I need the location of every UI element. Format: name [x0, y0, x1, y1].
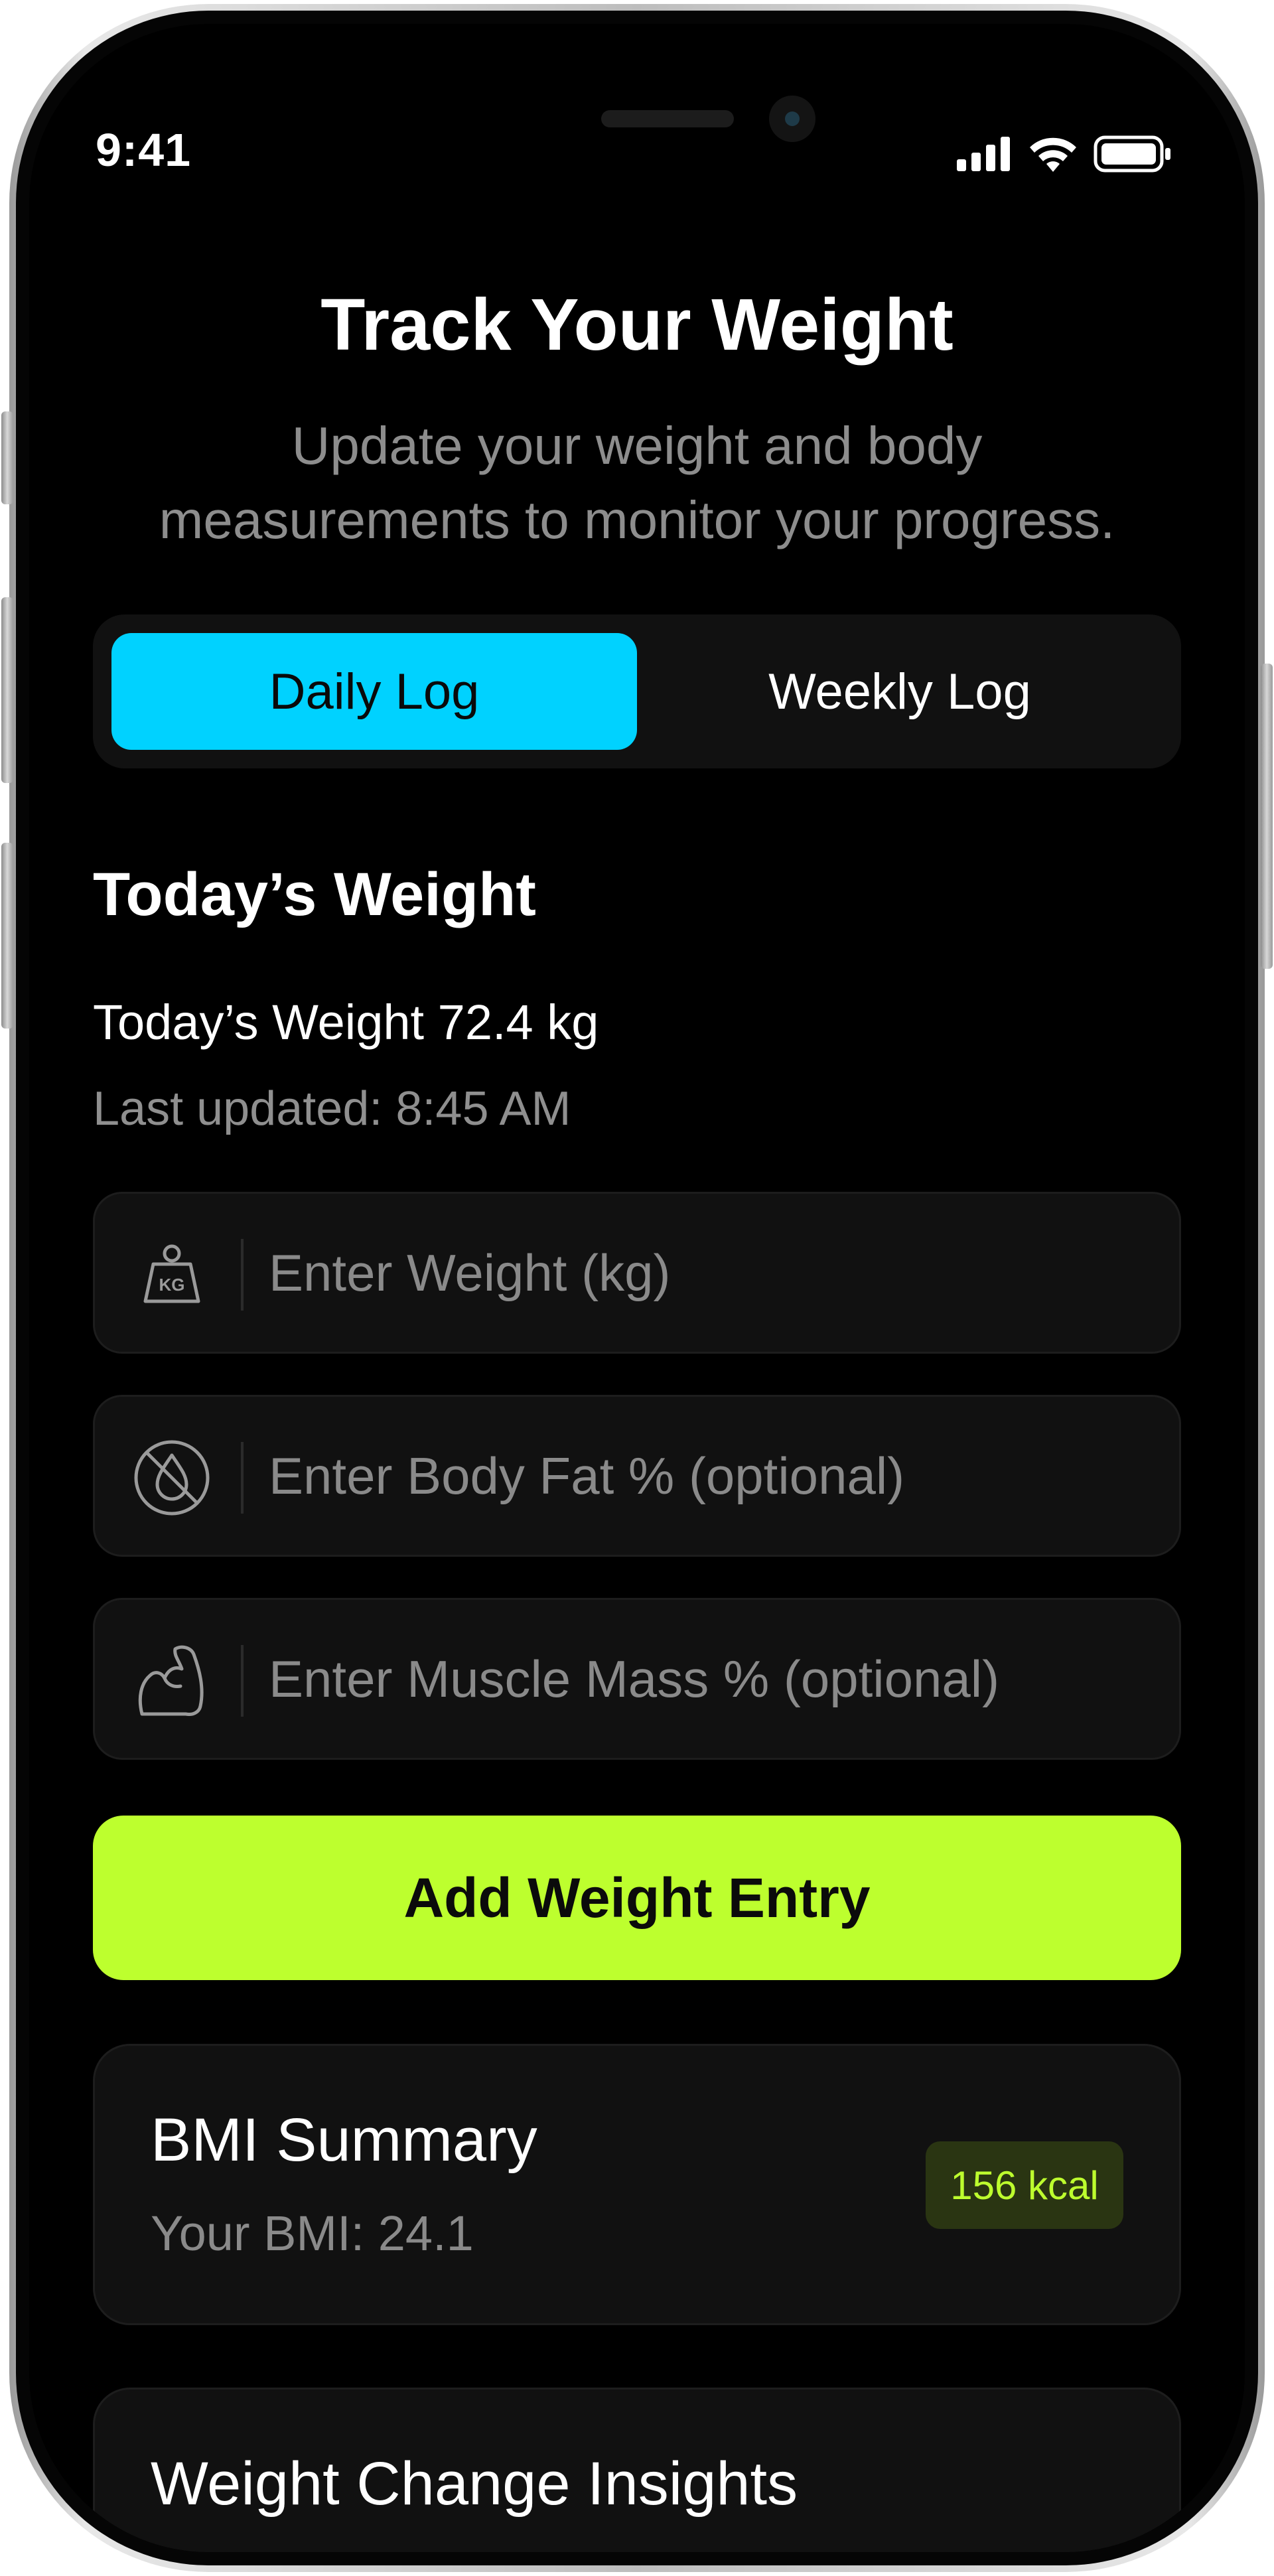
current-weight-text: Today’s Weight 72.4 kg [93, 995, 599, 1050]
app-screen: 9:41 Track Your Weight Update your weigh… [29, 24, 1245, 2552]
page-title: Track Your Weight [320, 284, 954, 366]
body-fat-field[interactable] [93, 1395, 1181, 1557]
field-divider [241, 1442, 244, 1514]
flexed-bicep-icon [132, 1641, 212, 1721]
power-button [1261, 664, 1273, 969]
log-type-segmented-control: Daily Log Weekly Log [93, 614, 1181, 768]
signal-icon [957, 137, 1010, 171]
mute-switch [1, 411, 13, 504]
field-divider [241, 1239, 244, 1311]
muscle-mass-input[interactable] [267, 1600, 1157, 1758]
muscle-mass-field[interactable] [93, 1598, 1181, 1760]
bmi-summary-title: BMI Summary [151, 2106, 537, 2174]
volume-up-button [1, 597, 13, 783]
front-camera [769, 96, 815, 142]
water-drop-icon [132, 1438, 212, 1518]
last-updated-text: Last updated: 8:45 AM [93, 1082, 571, 1135]
svg-text:KG: KG [159, 1275, 185, 1295]
volume-down-button [1, 843, 13, 1029]
earpiece-speaker [601, 110, 734, 127]
page-subtitle: Update your weight and body measurements… [159, 416, 1115, 549]
weight-change-insights-title: Weight Change Insights [151, 2450, 798, 2518]
status-time: 9:41 [96, 124, 192, 176]
status-icons [957, 135, 1172, 173]
bmi-summary-card: BMI Summary Your BMI: 24.1 156 kcal [93, 2044, 1181, 2325]
battery-icon [1094, 135, 1170, 173]
weight-field[interactable]: KG [93, 1192, 1181, 1354]
kg-weight-icon: KG [132, 1235, 212, 1315]
section-title-todays-weight: Today’s Weight [93, 861, 536, 928]
add-weight-entry-button[interactable]: Add Weight Entry [93, 1816, 1181, 1980]
tab-daily-log[interactable]: Daily Log [111, 633, 637, 750]
bmi-value-text: Your BMI: 24.1 [151, 2206, 474, 2261]
wifi-icon [1030, 137, 1076, 172]
weight-input[interactable] [267, 1194, 1157, 1352]
field-divider [241, 1645, 244, 1717]
tab-weekly-log[interactable]: Weekly Log [637, 633, 1163, 750]
kcal-badge: 156 kcal [926, 2141, 1123, 2229]
weight-change-insights-card[interactable]: Weight Change Insights [93, 2388, 1181, 2552]
body-fat-input[interactable] [267, 1397, 1157, 1555]
